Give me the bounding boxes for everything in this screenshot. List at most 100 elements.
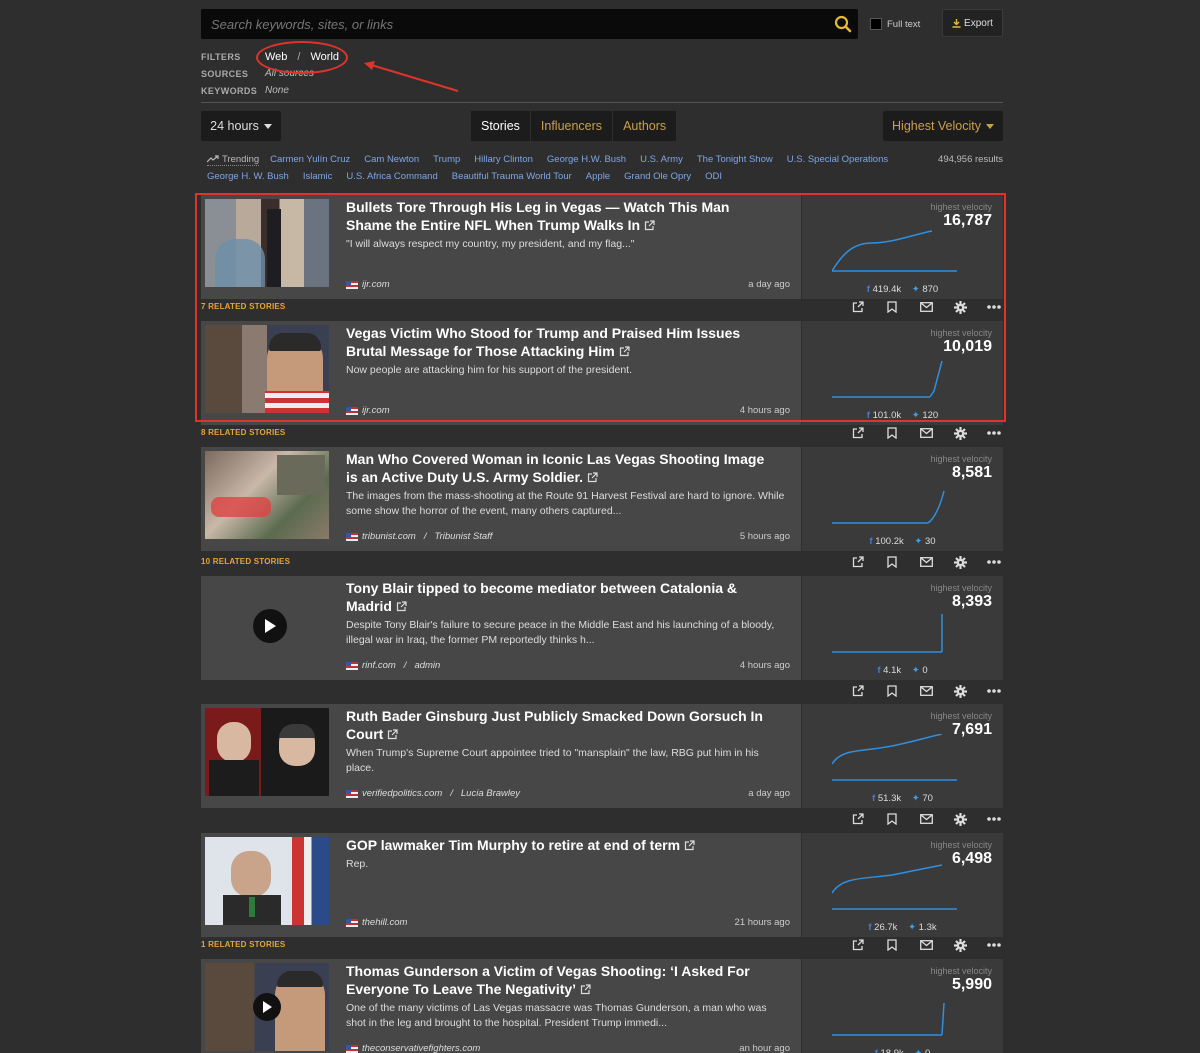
story-author[interactable]: Lucia Brawley (461, 788, 520, 799)
trending-link[interactable]: George H.W. Bush (547, 154, 626, 165)
full-text-checkbox[interactable] (870, 18, 882, 30)
more-icon[interactable] (977, 811, 1011, 827)
open-link-icon[interactable] (841, 683, 875, 699)
external-link-icon[interactable] (580, 984, 591, 995)
full-text-toggle[interactable]: Full text (870, 18, 920, 30)
story-source[interactable]: verifiedpolitics.com (362, 788, 442, 799)
trending-link[interactable]: Apple (586, 171, 610, 182)
trending-link[interactable]: U.S. Army (640, 154, 683, 165)
trending-link[interactable]: ODI (705, 171, 722, 182)
story-author[interactable]: admin (414, 660, 440, 671)
story-time: a day ago (748, 788, 790, 799)
open-link-icon[interactable] (841, 937, 875, 953)
story-action-bar: 1 RELATED STORIES (201, 934, 1003, 956)
bookmark-icon[interactable] (875, 937, 909, 953)
story-main[interactable]: Ruth Bader Ginsburg Just Publicly Smacke… (201, 704, 801, 808)
story-actions (841, 683, 1011, 699)
facebook-icon: f (868, 922, 872, 933)
story-source[interactable]: rinf.com (362, 660, 396, 671)
trending-link[interactable]: George H. W. Bush (207, 171, 289, 182)
story-author[interactable]: Tribunist Staff (435, 531, 493, 542)
story-thumbnail[interactable] (205, 451, 329, 539)
trending-link[interactable]: Beautiful Trauma World Tour (452, 171, 572, 182)
external-link-icon[interactable] (684, 840, 695, 851)
story-title[interactable]: Ruth Bader Ginsburg Just Publicly Smacke… (346, 707, 776, 743)
social-counts: f 51.3k ✦ 70 (802, 793, 1003, 804)
story-source[interactable]: theconservativefighters.com (362, 1043, 480, 1053)
story-thumbnail[interactable] (205, 837, 329, 925)
story-title[interactable]: GOP lawmaker Tim Murphy to retire at end… (346, 836, 776, 854)
bookmark-icon[interactable] (875, 425, 909, 441)
gear-icon[interactable] (943, 683, 977, 699)
trending-link[interactable]: U.S. Africa Command (346, 171, 437, 182)
gear-icon[interactable] (943, 937, 977, 953)
trending-link[interactable]: Islamic (303, 171, 333, 182)
story-main[interactable]: GOP lawmaker Tim Murphy to retire at end… (201, 833, 801, 937)
us-flag-icon (346, 661, 358, 670)
story-thumbnail[interactable] (205, 963, 329, 1051)
export-button[interactable]: Export (942, 9, 1003, 37)
story-time: 21 hours ago (734, 917, 790, 928)
bookmark-icon[interactable] (875, 683, 909, 699)
more-icon[interactable] (977, 937, 1011, 953)
trending-link[interactable]: The Tonight Show (697, 154, 773, 165)
email-icon[interactable] (909, 937, 943, 953)
external-link-icon[interactable] (587, 472, 598, 483)
trending-link[interactable]: Hillary Clinton (474, 154, 533, 165)
story-description: The images from the mass-shooting at the… (346, 490, 785, 517)
more-icon[interactable] (977, 425, 1011, 441)
trending-link[interactable]: U.S. Special Operations (787, 154, 888, 165)
story-main[interactable]: Thomas Gunderson a Victim of Vegas Shoot… (201, 959, 801, 1053)
related-stories-link[interactable]: 10 RELATED STORIES (201, 557, 290, 566)
story-title[interactable]: Tony Blair tipped to become mediator bet… (346, 579, 776, 615)
keywords-value[interactable]: None (265, 85, 289, 96)
open-link-icon[interactable] (841, 425, 875, 441)
time-range-dropdown[interactable]: 24 hours (201, 111, 281, 141)
download-icon (952, 18, 961, 28)
email-icon[interactable] (909, 425, 943, 441)
related-stories-link[interactable]: 8 RELATED STORIES (201, 428, 285, 437)
story-source[interactable]: thehill.com (362, 917, 407, 928)
sort-dropdown[interactable]: Highest Velocity (883, 111, 1003, 141)
trending-link[interactable]: Grand Ole Opry (624, 171, 691, 182)
bookmark-icon[interactable] (875, 554, 909, 570)
open-link-icon[interactable] (841, 811, 875, 827)
story-thumbnail[interactable] (205, 580, 329, 668)
story-description: One of the many victims of Las Vegas mas… (346, 1002, 767, 1029)
story-title[interactable]: Thomas Gunderson a Victim of Vegas Shoot… (346, 962, 776, 998)
search-input[interactable] (201, 9, 821, 39)
related-stories-link[interactable]: 1 RELATED STORIES (201, 940, 285, 949)
open-link-icon[interactable] (841, 554, 875, 570)
story-main[interactable]: Tony Blair tipped to become mediator bet… (201, 576, 801, 680)
email-icon[interactable] (909, 811, 943, 827)
more-icon[interactable] (977, 554, 1011, 570)
play-icon[interactable] (253, 609, 287, 643)
chevron-down-icon (985, 123, 994, 129)
story-action-bar (201, 808, 1003, 830)
external-link-icon[interactable] (396, 601, 407, 612)
bookmark-icon[interactable] (875, 811, 909, 827)
story-description: Rep. (346, 858, 369, 870)
story-thumbnail[interactable] (205, 708, 329, 796)
social-counts: f 18.9k ✦ 0 (802, 1048, 1003, 1053)
story-title[interactable]: Man Who Covered Woman in Iconic Las Vega… (346, 450, 776, 486)
tab-authors[interactable]: Authors (613, 111, 677, 141)
chevron-down-icon (263, 123, 272, 129)
source-separator: / (423, 531, 427, 542)
email-icon[interactable] (909, 554, 943, 570)
external-link-icon[interactable] (387, 729, 398, 740)
story-card: GOP lawmaker Tim Murphy to retire at end… (201, 833, 1003, 937)
email-icon[interactable] (909, 683, 943, 699)
gear-icon[interactable] (943, 554, 977, 570)
story-source[interactable]: tribunist.com (362, 531, 416, 542)
gear-icon[interactable] (943, 811, 977, 827)
trending-link[interactable]: Trump (433, 154, 460, 165)
tab-influencers[interactable]: Influencers (530, 111, 613, 141)
story-main[interactable]: Man Who Covered Woman in Iconic Las Vega… (201, 447, 801, 551)
trending-link[interactable]: Carmen Yulín Cruz (270, 154, 350, 165)
search-icon[interactable] (834, 15, 852, 33)
tab-stories[interactable]: Stories (471, 111, 530, 141)
trending-link[interactable]: Cam Newton (364, 154, 419, 165)
more-icon[interactable] (977, 683, 1011, 699)
gear-icon[interactable] (943, 425, 977, 441)
